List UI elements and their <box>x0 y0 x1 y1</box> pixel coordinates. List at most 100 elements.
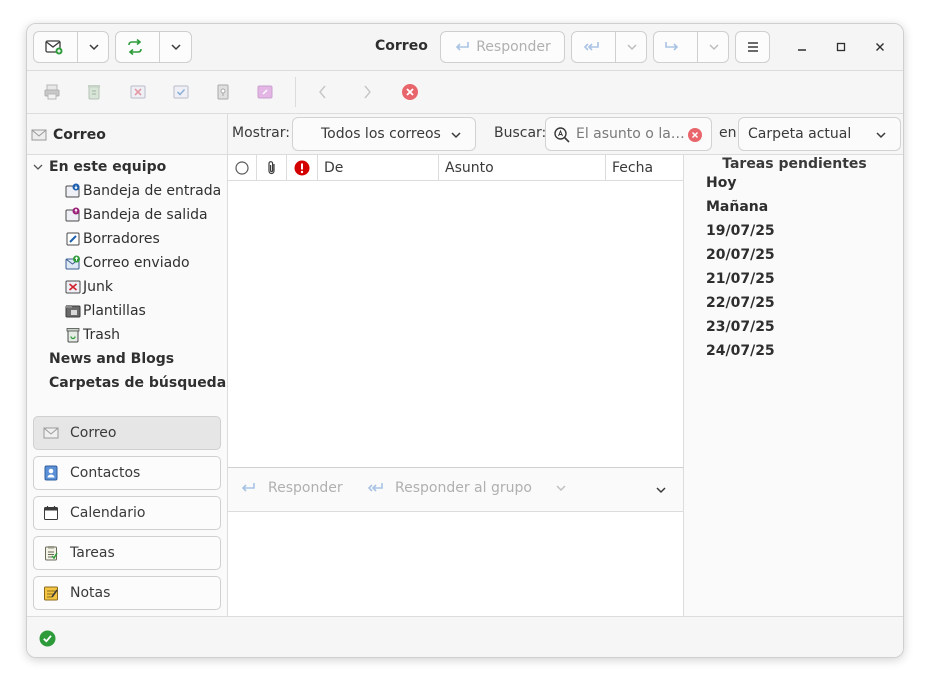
todo-group-date[interactable]: 19/07/25 <box>706 223 775 239</box>
chevron-down-icon[interactable] <box>707 40 721 58</box>
sidebar-item-local[interactable]: En este equipo <box>31 156 166 178</box>
sidebar-item-label: Correo enviado <box>83 255 190 271</box>
next-message-icon[interactable] <box>358 83 376 101</box>
search-scope-dropdown[interactable]: Carpeta actual <box>738 117 901 151</box>
templates-icon <box>65 303 81 319</box>
archive-icon[interactable] <box>214 83 232 101</box>
sidebar-item-inbox[interactable]: Bandeja de entrada <box>65 180 221 202</box>
chevron-down-icon[interactable] <box>625 40 639 58</box>
forward-button-group[interactable] <box>653 31 729 63</box>
forward-icon[interactable] <box>664 41 682 57</box>
clear-search-icon[interactable] <box>687 127 703 143</box>
message-list-header: De Asunto Fecha <box>228 155 683 181</box>
switcher-tasks[interactable]: Tareas <box>33 536 221 570</box>
stop-icon[interactable] <box>401 83 419 101</box>
column-date-label: Fecha <box>612 160 654 176</box>
todo-group-date[interactable]: 24/07/25 <box>706 343 775 359</box>
column-priority[interactable] <box>287 155 318 181</box>
switcher-mail[interactable]: Correo <box>33 416 221 450</box>
chevron-down-icon[interactable] <box>654 483 668 497</box>
chevron-down-icon[interactable] <box>169 40 183 58</box>
reply-icon <box>240 482 256 494</box>
send-receive-icon[interactable] <box>126 38 144 59</box>
sidebar-item-templates[interactable]: Plantillas <box>65 300 146 322</box>
chevron-down-icon[interactable] <box>87 40 101 58</box>
sidebar-item-junk[interactable]: Junk <box>65 276 113 298</box>
mail-icon <box>31 129 47 141</box>
not-junk-icon[interactable] <box>172 83 190 101</box>
compose-mail-icon[interactable] <box>45 39 63 59</box>
todo-group-date[interactable]: 23/07/25 <box>706 319 775 335</box>
sidebar-item-search-folders[interactable]: Carpetas de búsqueda <box>49 372 226 394</box>
todo-group-date[interactable]: 20/07/25 <box>706 247 775 263</box>
inbox-icon <box>65 183 81 199</box>
sidebar-title: Correo <box>53 126 106 143</box>
label-icon[interactable] <box>256 83 274 101</box>
show-label: Mostrar: <box>232 125 290 141</box>
sidebar-item-label: Trash <box>83 327 120 343</box>
preview-pane: Responder Responder al grupo <box>228 468 684 616</box>
filter-bar: Correo Mostrar: Todos los correos Buscar… <box>27 114 903 155</box>
notes-icon <box>42 584 60 602</box>
reply-button[interactable]: Responder <box>440 31 565 63</box>
todo-group-date[interactable]: 22/07/25 <box>706 295 775 311</box>
preview-reply-group-button[interactable]: Responder al grupo <box>367 480 568 496</box>
outbox-icon <box>65 207 81 223</box>
search-input[interactable]: El asunto o la… <box>545 117 712 151</box>
sidebar-item-outbox[interactable]: Bandeja de salida <box>65 204 208 226</box>
mail-toolbar <box>27 71 903 114</box>
reply-all-icon[interactable] <box>583 41 601 57</box>
trash-icon <box>65 327 81 343</box>
sidebar-item-drafts[interactable]: Borradores <box>65 228 160 250</box>
column-from-label: De <box>324 160 344 176</box>
message-list[interactable]: De Asunto Fecha <box>228 155 684 468</box>
online-status-icon[interactable] <box>39 630 56 647</box>
contacts-icon <box>42 464 60 482</box>
column-from[interactable]: De <box>318 155 439 181</box>
new-message-button-group[interactable] <box>33 31 109 63</box>
junk-icon <box>65 279 81 295</box>
sidebar-item-label: Bandeja de entrada <box>83 183 222 199</box>
column-date[interactable]: Fecha <box>606 155 684 181</box>
switcher-label: Calendario <box>70 505 146 521</box>
search-icon[interactable] <box>553 126 571 144</box>
show-filter-dropdown[interactable]: Todos los correos <box>292 117 476 151</box>
sidebar-item-trash[interactable]: Trash <box>65 324 120 346</box>
evolution-window: Correo Responder Correo Mostrar: Todos l… <box>26 23 904 658</box>
junk-icon[interactable] <box>129 83 147 101</box>
sidebar-item-news[interactable]: News and Blogs <box>49 348 174 370</box>
switcher-calendar[interactable]: Calendario <box>33 496 221 530</box>
reply-all-button-group[interactable] <box>571 31 647 63</box>
search-scope-value: Carpeta actual <box>748 126 852 142</box>
print-icon[interactable] <box>43 83 61 101</box>
column-status[interactable] <box>228 155 257 181</box>
close-window-button[interactable] <box>867 31 893 63</box>
todo-group-date[interactable]: 21/07/25 <box>706 271 775 287</box>
switcher-label: Correo <box>70 425 117 441</box>
preview-reply-button[interactable]: Responder <box>240 480 343 496</box>
switcher-notes[interactable]: Notas <box>33 576 221 610</box>
send-receive-button-group[interactable] <box>115 31 192 63</box>
sidebar-item-label: Bandeja de salida <box>83 207 208 223</box>
reply-all-icon <box>367 482 385 494</box>
main-menu-button[interactable] <box>735 31 770 63</box>
window-title: Correo <box>375 38 428 54</box>
sidebar-item-sent[interactable]: Correo enviado <box>65 252 190 274</box>
todo-title: Tareas pendientes <box>722 156 867 172</box>
chevron-down-icon[interactable] <box>554 481 568 495</box>
todo-pane: Tareas pendientes Hoy Mañana 19/07/25 20… <box>684 155 903 616</box>
todo-group-tomorrow[interactable]: Mañana <box>706 199 768 215</box>
status-circle-icon <box>235 161 249 175</box>
todo-group-today[interactable]: Hoy <box>706 175 736 191</box>
previous-message-icon[interactable] <box>314 83 332 101</box>
column-subject[interactable]: Asunto <box>439 155 606 181</box>
reply-label: Responder <box>476 39 551 55</box>
minimize-button[interactable] <box>789 31 815 63</box>
delete-icon[interactable] <box>85 83 103 101</box>
header-bar: Correo Responder <box>27 24 903 71</box>
chevron-down-icon[interactable] <box>31 160 45 174</box>
switcher-contacts[interactable]: Contactos <box>33 456 221 490</box>
column-attachment[interactable] <box>257 155 287 181</box>
maximize-button[interactable] <box>828 31 854 63</box>
show-filter-value: Todos los correos <box>321 126 441 142</box>
